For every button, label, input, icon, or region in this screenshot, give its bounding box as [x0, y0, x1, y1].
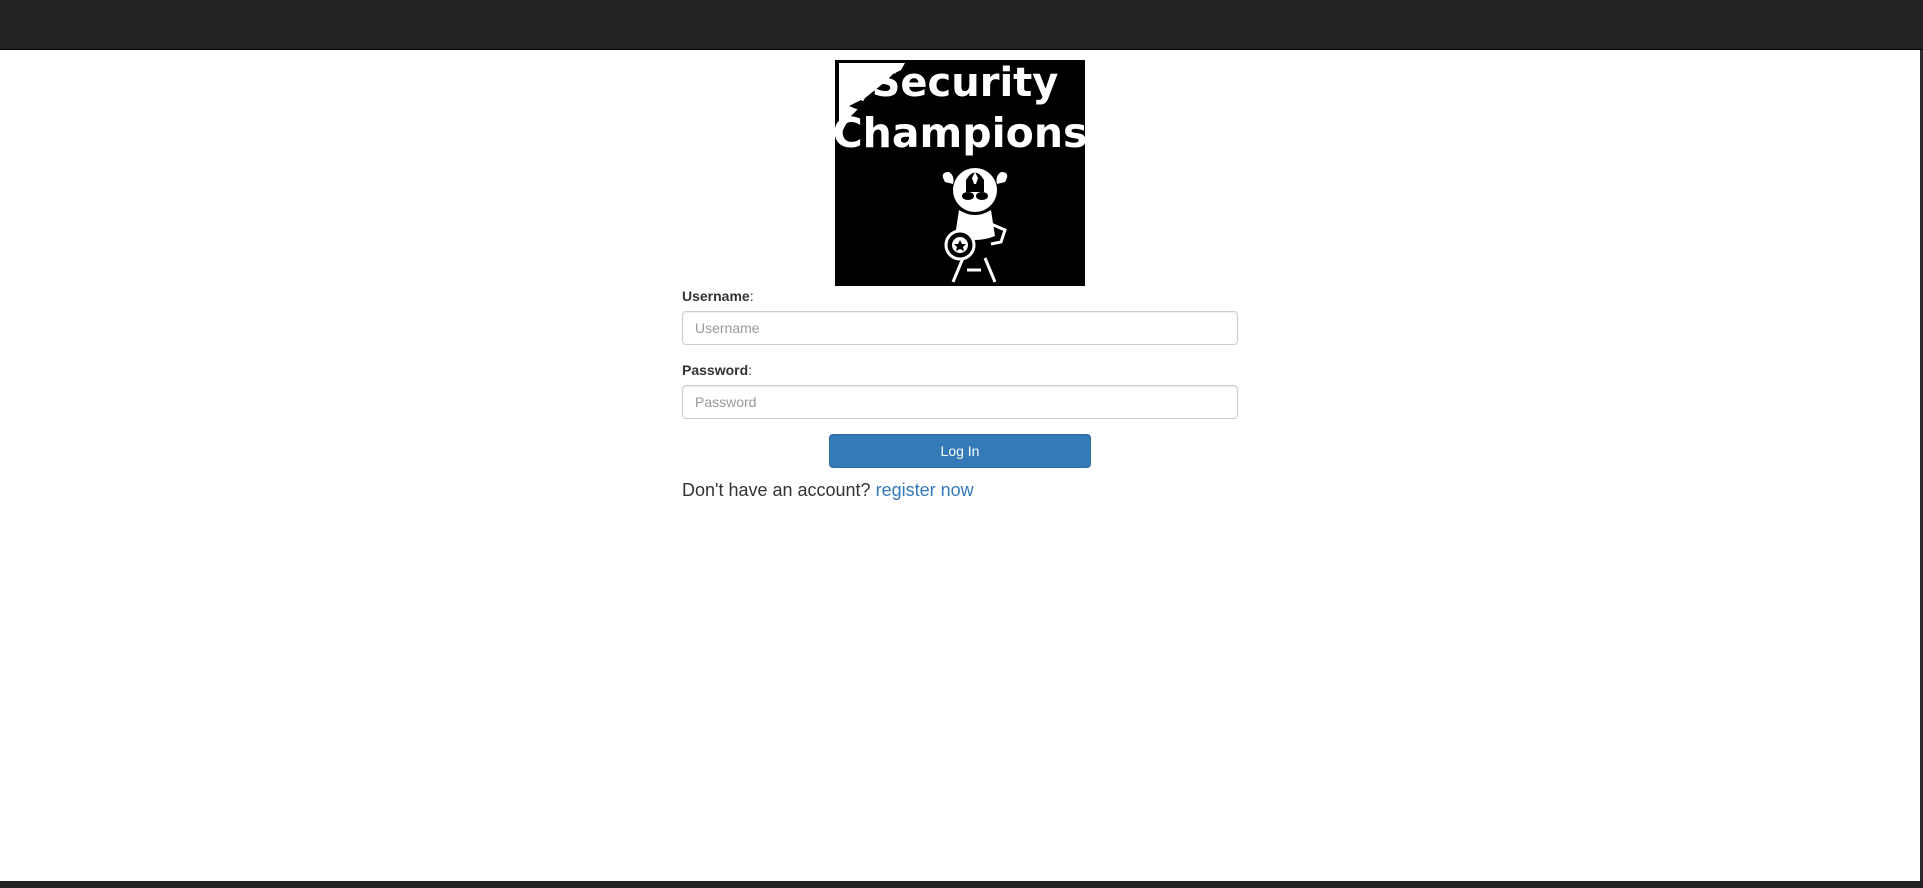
logo-text-line2: Champions [835, 109, 1085, 157]
log-in-button[interactable]: Log In [829, 434, 1091, 468]
username-input[interactable] [682, 311, 1238, 345]
register-now-link[interactable]: register now [876, 480, 974, 500]
password-label-colon: : [748, 362, 753, 378]
username-label-text: Username [682, 288, 750, 304]
page-content: Security Champions Username: Username Pa… [0, 50, 1920, 881]
register-prompt-text: Don't have an account? [682, 480, 871, 500]
bottom-frame [0, 881, 1923, 888]
top-navbar [0, 0, 1923, 50]
security-champions-logo: Security Champions [835, 60, 1085, 286]
password-label: Password: [682, 362, 752, 378]
register-prompt: Don't have an account? register now [682, 480, 974, 501]
password-input[interactable] [682, 385, 1238, 419]
password-label-text: Password [682, 362, 749, 378]
username-label-colon: : [749, 288, 754, 304]
username-label: Username: [682, 288, 754, 304]
logo-text-line1: Security [872, 60, 1059, 106]
